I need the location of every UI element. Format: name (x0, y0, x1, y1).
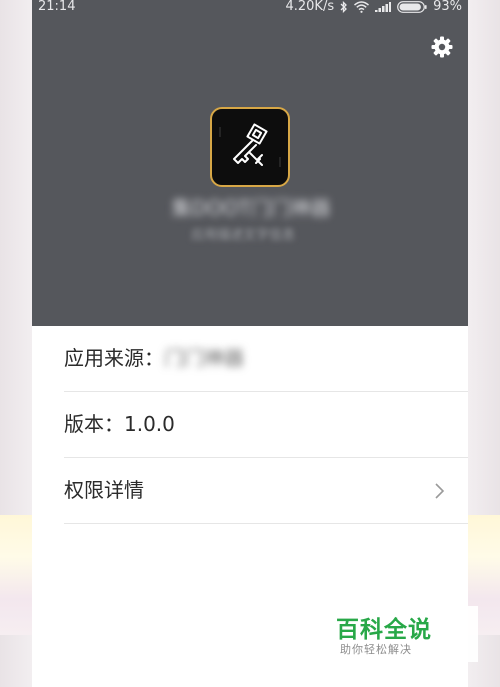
app-description: 应用描述文字信息 (190, 228, 295, 243)
wifi-icon (354, 0, 370, 13)
app-header: 21:14 4.20K/s 93% 集DOOT门门神器 应用描述文字信息 (32, 0, 468, 326)
battery-percent: 93% (433, 0, 462, 14)
chevron-right-icon (434, 482, 446, 500)
app-info-screen: 21:14 4.20K/s 93% 集DOOT门门神器 应用描述文字信息 应用来… (32, 0, 468, 687)
version-value: 1.0.0 (124, 412, 175, 436)
bluetooth-icon (340, 0, 348, 13)
watermark-subtitle: 助你轻松解决 (340, 643, 412, 656)
background-left-strip (0, 515, 32, 635)
watermark: 百科全说 助你轻松解决 (328, 606, 478, 662)
app-key-icon (210, 107, 290, 187)
permissions-label: 权限详情 (64, 478, 144, 502)
watermark-title: 百科全说 (336, 617, 432, 643)
signal-icon (375, 1, 392, 12)
permissions-row[interactable]: 权限详情 (64, 458, 468, 524)
network-speed: 4.20K/s (285, 0, 335, 14)
app-name: 集DOOT门门神器 (171, 196, 331, 220)
version-label: 版本： (64, 412, 124, 436)
version-text: 版本：1.0.0 (64, 409, 175, 439)
status-time: 21:14 (38, 0, 76, 14)
battery-icon (397, 0, 427, 13)
version-row: 版本：1.0.0 (64, 392, 468, 458)
source-row: 应用来源：门门神器 (64, 326, 468, 392)
source-label: 应用来源： (64, 346, 164, 370)
source-text: 应用来源：门门神器 (64, 343, 244, 373)
status-bar: 21:14 4.20K/s 93% (32, 0, 468, 16)
status-right: 4.20K/s 93% (285, 0, 462, 14)
settings-gear-icon[interactable] (430, 35, 454, 59)
source-value: 门门神器 (164, 346, 244, 370)
